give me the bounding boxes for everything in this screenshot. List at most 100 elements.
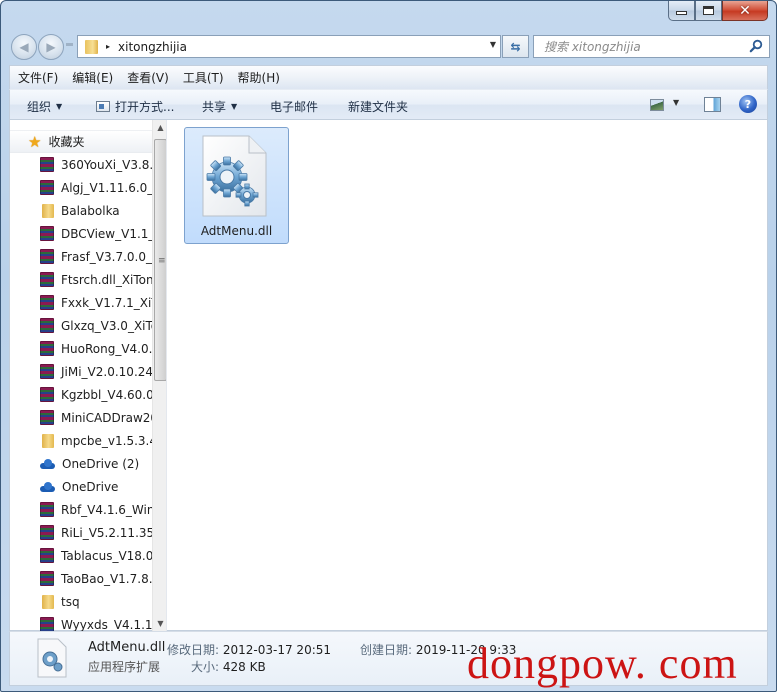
open-with-icon bbox=[96, 101, 110, 112]
navigation-pane: ★ 收藏夹 360YouXi_V3.8.1 Algj_V1.11.6.0_X Bal… bbox=[10, 120, 167, 631]
view-options-dropdown-icon[interactable]: ▼ bbox=[673, 98, 679, 107]
close-button[interactable]: ✕ bbox=[722, 1, 768, 21]
chevron-down-icon: ▼ bbox=[56, 102, 63, 111]
navigation-scrollbar[interactable]: ▲ ≡ ▼ bbox=[152, 120, 166, 631]
archive-icon bbox=[40, 341, 54, 356]
preview-pane-icon[interactable] bbox=[704, 97, 721, 112]
sidebar-item[interactable]: Algj_V1.11.6.0_X bbox=[10, 176, 152, 199]
search-input[interactable] bbox=[544, 39, 744, 54]
sidebar-item[interactable]: Rbf_V4.1.6_Win8 bbox=[10, 498, 152, 521]
sidebar-item[interactable]: mpcbe_v1.5.3.4 bbox=[10, 429, 152, 452]
created-label: 创建日期: bbox=[360, 643, 413, 657]
chevron-down-icon: ▼ bbox=[231, 102, 238, 111]
dll-file-icon bbox=[202, 135, 267, 217]
archive-icon bbox=[40, 272, 54, 287]
archive-icon bbox=[40, 295, 54, 310]
sidebar-item[interactable]: OneDrive (2) bbox=[10, 452, 152, 475]
sidebar-item[interactable]: RiLi_V5.2.11.354 bbox=[10, 521, 152, 544]
email-button[interactable]: 电子邮件 bbox=[270, 98, 318, 115]
dll-file-icon bbox=[37, 638, 67, 678]
address-dropdown-icon[interactable]: ▼ bbox=[490, 40, 496, 49]
breadcrumb-item[interactable]: xitongzhijia bbox=[118, 40, 187, 54]
help-glyph: ? bbox=[744, 97, 752, 111]
archive-icon bbox=[40, 226, 54, 241]
change-view-icon[interactable] bbox=[650, 99, 664, 111]
sidebar-item[interactable]: Tablacus_V18.0 bbox=[10, 544, 152, 567]
minimize-button[interactable] bbox=[668, 1, 695, 21]
refresh-icon: ⇆ bbox=[510, 39, 521, 54]
archive-icon bbox=[40, 617, 54, 631]
address-bar[interactable]: ▸ xitongzhijia ▼ bbox=[77, 35, 501, 58]
organize-button[interactable]: 组织 ▼ bbox=[27, 98, 62, 115]
favorites-list: 360YouXi_V3.8.1 Algj_V1.11.6.0_X Balabolka… bbox=[10, 153, 152, 631]
detail-modified: 修改日期: 2012-03-17 20:51 bbox=[167, 641, 331, 658]
recent-pages-dropdown[interactable] bbox=[66, 43, 73, 46]
sidebar-item[interactable]: Kgzbbl_V4.60.0 bbox=[10, 383, 152, 406]
watermark-text: dongpow. com bbox=[467, 639, 738, 688]
sidebar-item[interactable]: Balabolka bbox=[10, 199, 152, 222]
sidebar-item[interactable]: TaoBao_V1.7.8. bbox=[10, 567, 152, 590]
menu-file[interactable]: 文件(F) bbox=[18, 69, 58, 86]
favorites-label: 收藏夹 bbox=[48, 135, 85, 149]
sidebar-item-label: Ftsrch.dll_XiTon bbox=[61, 272, 152, 287]
share-label: 共享 bbox=[202, 100, 227, 114]
scroll-up-icon[interactable]: ▲ bbox=[153, 123, 166, 132]
share-button[interactable]: 共享 ▼ bbox=[202, 98, 237, 115]
refresh-button[interactable]: ⇆ bbox=[502, 35, 529, 58]
sidebar-item[interactable]: Frasf_V3.7.0.0_X bbox=[10, 245, 152, 268]
menu-edit[interactable]: 编辑(E) bbox=[72, 69, 113, 86]
scrollbar-thumb[interactable]: ≡ bbox=[154, 139, 166, 381]
menu-view[interactable]: 查看(V) bbox=[127, 69, 169, 86]
sidebar-item-label: tsq bbox=[61, 594, 80, 609]
sidebar-item-label: Algj_V1.11.6.0_X bbox=[61, 180, 152, 195]
maximize-button[interactable] bbox=[695, 1, 722, 21]
scroll-down-icon[interactable]: ▼ bbox=[153, 619, 166, 628]
new-folder-button[interactable]: 新建文件夹 bbox=[348, 98, 408, 115]
sidebar-item[interactable]: JiMi_V2.0.10.24_ bbox=[10, 360, 152, 383]
sidebar-item-label: JiMi_V2.0.10.24_ bbox=[61, 364, 152, 379]
archive-icon bbox=[40, 157, 54, 172]
size-label: 大小: bbox=[191, 660, 220, 674]
sidebar-item-label: OneDrive (2) bbox=[62, 456, 140, 471]
navigation-bar: ◀ ▶ ▸ xitongzhijia ▼ ⇆ bbox=[9, 32, 770, 60]
help-icon[interactable]: ? bbox=[739, 95, 757, 113]
back-button[interactable]: ◀ bbox=[11, 34, 37, 60]
sidebar-item-label: Rbf_V4.1.6_Win8 bbox=[61, 502, 152, 517]
sidebar-item[interactable]: Ftsrch.dll_XiTon bbox=[10, 268, 152, 291]
favorites-node[interactable]: ★ 收藏夹 bbox=[10, 130, 152, 153]
forward-button[interactable]: ▶ bbox=[38, 34, 64, 60]
folder-icon bbox=[42, 203, 54, 218]
detail-file-name: AdtMenu.dll bbox=[88, 640, 166, 655]
file-list: AdtMenu.dll bbox=[168, 120, 767, 631]
sidebar-item[interactable]: MiniCADDraw20 bbox=[10, 406, 152, 429]
sidebar-item[interactable]: DBCView_V1.1_X bbox=[10, 222, 152, 245]
archive-icon bbox=[40, 249, 54, 264]
sidebar-item[interactable]: OneDrive bbox=[10, 475, 152, 498]
close-icon: ✕ bbox=[739, 2, 751, 19]
sidebar-item-label: TaoBao_V1.7.8. bbox=[61, 571, 152, 586]
search-box bbox=[533, 35, 770, 58]
sidebar-item[interactable]: Glxzq_V3.0_XiTo bbox=[10, 314, 152, 337]
menu-help[interactable]: 帮助(H) bbox=[238, 69, 280, 86]
archive-icon bbox=[40, 387, 54, 402]
archive-icon bbox=[40, 318, 54, 333]
menu-tools[interactable]: 工具(T) bbox=[183, 69, 224, 86]
sidebar-item-label: Fxxk_V1.7.1_XiT bbox=[61, 295, 152, 310]
archive-icon bbox=[40, 525, 54, 540]
sidebar-item[interactable]: Wyyxds_V4.1.1. bbox=[10, 613, 152, 631]
archive-icon bbox=[40, 364, 54, 379]
archive-icon bbox=[40, 502, 54, 517]
open-with-button[interactable]: 打开方式... bbox=[96, 98, 174, 115]
sidebar-item[interactable]: HuoRong_V4.0. bbox=[10, 337, 152, 360]
file-item[interactable]: AdtMenu.dll bbox=[184, 127, 289, 244]
grip-icon: ≡ bbox=[158, 256, 166, 266]
breadcrumb-separator-icon[interactable]: ▸ bbox=[106, 42, 110, 51]
sidebar-item[interactable]: 360YouXi_V3.8.1 bbox=[10, 153, 152, 176]
sidebar-item[interactable]: Fxxk_V1.7.1_XiT bbox=[10, 291, 152, 314]
sidebar-item-label: RiLi_V5.2.11.354 bbox=[61, 525, 152, 540]
search-icon[interactable] bbox=[749, 39, 763, 53]
sidebar-item[interactable]: tsq bbox=[10, 590, 152, 613]
sidebar-item-label: DBCView_V1.1_X bbox=[61, 226, 152, 241]
file-name: AdtMenu.dll bbox=[200, 224, 273, 238]
caption-buttons: ✕ bbox=[668, 1, 768, 21]
